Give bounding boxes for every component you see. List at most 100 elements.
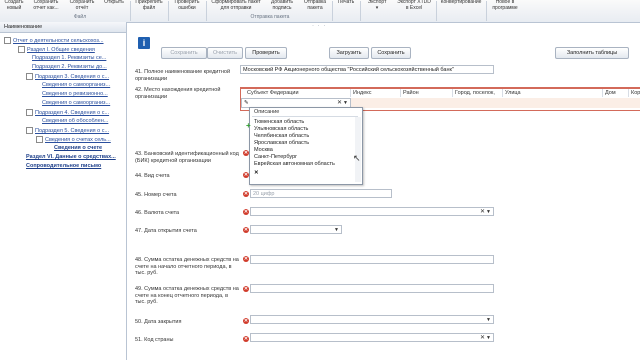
tree-item[interactable]: Отчет о деятельности сельскохоз... [4, 37, 124, 44]
dropdown-option[interactable]: Ульяновская область [254, 126, 308, 132]
account-number-input[interactable]: 20 цифр [250, 189, 392, 198]
tree-item[interactable]: Подраздел 2. Реквизиты до... [32, 64, 124, 70]
ribbon-group-file-label: Файл [73, 14, 87, 20]
open-date-picker[interactable]: ▼ [250, 225, 342, 234]
ribbon-group-send-label: Отправка пакета [250, 14, 290, 20]
q42-label: 42. Место нахождения кредитной организац… [135, 87, 221, 100]
collapse-toggle-icon[interactable] [26, 127, 33, 134]
error-icon: ✕ [243, 286, 249, 292]
balance-end-input[interactable] [250, 284, 494, 293]
ribbon-separator [332, 1, 333, 21]
dropdown-scrollbar[interactable] [355, 117, 361, 182]
q41-input[interactable]: Московский РФ Акционерного общества "Рос… [240, 65, 494, 74]
ribbon-save-as-button[interactable]: Сохранить отчет как... [28, 0, 64, 12]
chevron-down-icon[interactable]: ▼ [334, 226, 339, 235]
balance-start-input[interactable] [250, 255, 494, 264]
tree-item-selected[interactable]: Сведения о счете [54, 145, 124, 151]
tree-item[interactable]: Раздел I. Общие сведения [18, 46, 124, 53]
q50-label: 50. Дата закрытия [135, 319, 182, 325]
ribbon-convert-button[interactable]: Конвертирование [438, 0, 484, 12]
q47-label: 47. Дата открытия счета [135, 228, 197, 234]
ribbon-separator [436, 1, 437, 21]
load-button[interactable]: Загрузить [329, 47, 369, 59]
ribbon-attach-file-button[interactable]: Прикрепить файл [132, 0, 166, 12]
ribbon-new-in-program-button[interactable]: Новое в программе [488, 0, 522, 12]
grid-header-subject[interactable]: Субъект Федерации [245, 89, 351, 97]
collapse-toggle-icon[interactable] [26, 73, 33, 80]
grid-header-city[interactable]: Город, поселок, [453, 89, 503, 97]
ribbon-toolbar: Создать новый Сохранить отчет как... Сох… [0, 0, 640, 23]
chevron-down-icon[interactable]: ▼ [486, 208, 491, 217]
tree-item[interactable]: Сведения о самоорганиз... [42, 100, 124, 106]
ribbon-send-package-button[interactable]: Отправка пакета [300, 0, 330, 12]
collapse-toggle-icon[interactable] [4, 37, 11, 44]
info-icon: i [138, 37, 150, 49]
clear-button[interactable]: Очистить [207, 47, 243, 59]
tree-item[interactable]: Сопроводительное письмо [26, 163, 124, 169]
tree-item[interactable]: Подраздел 5. Сведения о с... [26, 127, 124, 134]
ribbon-separator [206, 1, 207, 21]
dropdown-clear-option[interactable]: ✕ [254, 170, 259, 176]
save-button-disabled[interactable]: Сохранить [161, 47, 207, 59]
error-icon: ✕ [243, 209, 249, 215]
save-form-button[interactable]: Сохранить [371, 47, 411, 59]
add-icon[interactable]: + [246, 121, 251, 130]
error-icon: ✕ [243, 336, 249, 342]
collapse-toggle-icon[interactable] [18, 46, 25, 53]
ribbon-form-package-button[interactable]: Сформировать пакет для отправки [208, 0, 264, 12]
tree-item[interactable]: Раздел VI. Данные о средствах... [26, 154, 124, 160]
q46-label: 46. Валюта счета [135, 210, 180, 216]
ribbon-add-signature-button[interactable]: Добавить подпись [266, 0, 298, 12]
grid-header-street[interactable]: Улица [503, 89, 603, 97]
navigation-tree-panel: Наименование Отчет о деятельности сельск… [0, 22, 127, 360]
q43-label: 43. Банковский идентификационный код (БИ… [135, 151, 239, 164]
splitter-grip[interactable]: · · · [312, 23, 326, 29]
grid-header-building[interactable]: Корп [629, 89, 640, 97]
dropdown-option[interactable]: Ярославская область [254, 140, 309, 146]
tree-item[interactable]: Сведения о самоорганиз... [42, 82, 124, 88]
fill-tables-button[interactable]: Заполнить таблицы [555, 47, 629, 59]
mouse-pointer-icon: ↖ [353, 153, 361, 163]
tree-item[interactable]: Сведения о счетах сель... [36, 136, 124, 143]
grid-header-index[interactable]: Индекс [351, 89, 401, 97]
close-date-picker[interactable]: ▼ [250, 315, 494, 324]
ribbon-print-button[interactable]: Печать [334, 0, 358, 12]
clear-icon[interactable]: ✕ [480, 208, 485, 217]
q48-label: 48. Сумма остатка денежных средств на сч… [135, 257, 239, 276]
country-code-select[interactable]: ✕ ▼ [250, 333, 494, 342]
tree-item[interactable]: Подраздел 4. Сведения о с... [26, 109, 124, 116]
collapse-toggle-icon[interactable] [36, 136, 43, 143]
chevron-down-icon[interactable]: ▼ [486, 334, 491, 343]
ribbon-save-report-button[interactable]: Сохранить отчёт [66, 0, 98, 12]
grid-header-house[interactable]: Дом [603, 89, 629, 97]
ribbon-check-errors-button[interactable]: Проверить ошибки [170, 0, 204, 12]
q45-label: 45. Номер счета [135, 192, 177, 198]
tree-item[interactable]: Подраздел 1. Реквизиты се... [32, 55, 124, 61]
tree-item[interactable]: Подраздел 3. Сведения о с... [26, 73, 124, 80]
ribbon-separator [130, 1, 131, 21]
ribbon-open-button[interactable]: Открыть [100, 0, 128, 12]
dropdown-option[interactable]: Челябинская область [254, 133, 309, 139]
ribbon-export-xtdd-button[interactable]: Экспорт XTDD в Excel [394, 0, 434, 12]
edit-pencil-icon: ✎ [244, 100, 249, 106]
tree-header: Наименование [0, 22, 126, 33]
ribbon-create-button[interactable]: Создать новый [2, 0, 26, 12]
grid-header-district[interactable]: Район [401, 89, 453, 97]
dropdown-option[interactable]: Еврейская автономная область [254, 161, 335, 167]
check-button[interactable]: Проверить [245, 47, 287, 59]
error-icon: ✕ [243, 227, 249, 233]
form-area: i Сохранить Очистить Проверить Загрузить… [127, 30, 640, 360]
ribbon-export-button[interactable]: Экспорт ▾ [362, 0, 392, 12]
dropdown-option[interactable]: Тюменская область [254, 119, 304, 125]
q41-label: 41. Полное наименование кредитной органи… [135, 69, 231, 82]
dropdown-option[interactable]: Санкт-Петербург [254, 154, 297, 160]
subject-dropdown-list[interactable]: + Описание Тюменская область Ульяновская… [246, 107, 363, 185]
chevron-down-icon[interactable]: ▼ [486, 316, 491, 325]
dropdown-option[interactable]: Москва [254, 147, 273, 153]
ribbon-separator [486, 1, 487, 21]
tree-item[interactable]: Сведения о ревизионно... [42, 91, 124, 97]
collapse-toggle-icon[interactable] [26, 109, 33, 116]
clear-icon[interactable]: ✕ [480, 334, 485, 343]
currency-select[interactable]: ✕ ▼ [250, 207, 494, 216]
tree-item[interactable]: Сведения об обособлен... [42, 118, 124, 124]
